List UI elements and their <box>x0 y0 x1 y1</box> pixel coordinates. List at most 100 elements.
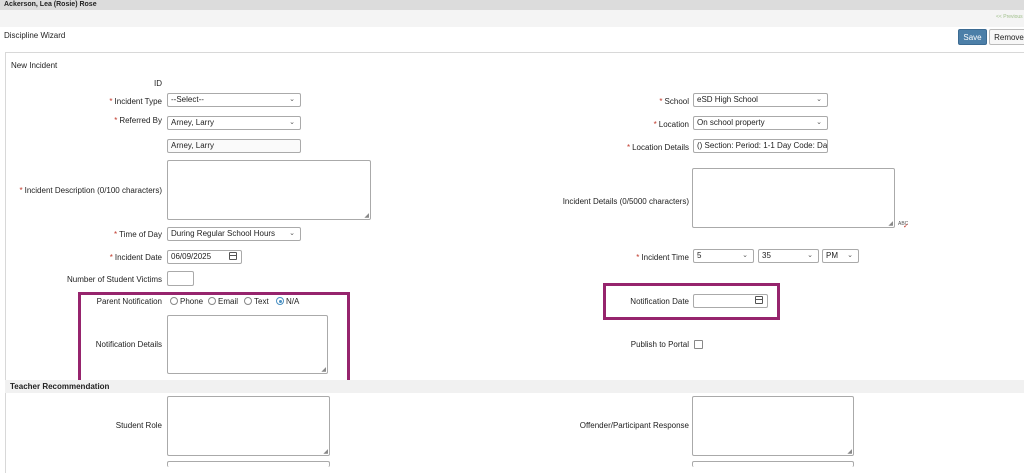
incident-description-label-text: Incident Description (0/100 characters) <box>24 186 162 195</box>
chevron-down-icon: ⌄ <box>807 252 813 259</box>
location-details-label-text: Location Details <box>632 143 689 152</box>
chevron-down-icon: ⌄ <box>816 96 822 103</box>
required-marker: * <box>114 230 118 239</box>
incident-type-label-text: Incident Type <box>114 97 162 106</box>
incident-ampm-select[interactable]: PM ⌄ <box>822 249 859 263</box>
radio-na[interactable] <box>276 297 284 305</box>
incident-time-label: * Incident Time <box>636 253 689 262</box>
radio-option-text[interactable]: Text <box>244 297 269 306</box>
teacher-recommendation-band <box>5 380 1024 393</box>
publish-to-portal-checkbox[interactable] <box>694 340 703 349</box>
incident-details-label: Incident Details (0/5000 characters) <box>562 197 689 206</box>
section-title-new-incident: New Incident <box>11 61 58 70</box>
time-of-day-label: * Time of Day <box>114 230 162 239</box>
notification-details-label: Notification Details <box>95 340 162 349</box>
location-label: * Location <box>654 120 689 129</box>
radio-email[interactable] <box>208 297 216 305</box>
radio-option-phone[interactable]: Phone <box>170 297 203 306</box>
incident-date-label-text: Incident Date <box>114 253 162 262</box>
required-marker: * <box>659 97 663 106</box>
calendar-icon[interactable] <box>755 296 763 304</box>
time-of-day-select[interactable]: During Regular School Hours ⌄ <box>167 227 301 241</box>
location-details-label: * Location Details <box>627 143 689 152</box>
remove-button[interactable]: Remove <box>989 29 1024 45</box>
school-select[interactable]: eSD High School ⌄ <box>693 93 828 107</box>
incident-hour-value: 5 <box>697 251 702 260</box>
incident-type-value: --Select-- <box>171 95 204 104</box>
location-value: On school property <box>697 118 765 127</box>
next-field-partial[interactable] <box>167 461 330 467</box>
required-marker: * <box>653 120 657 129</box>
notification-details-textarea[interactable]: ◢ <box>167 315 328 374</box>
incident-type-select[interactable]: --Select-- ⌄ <box>167 93 301 107</box>
chevron-down-icon: ⌄ <box>847 252 853 259</box>
section-title-teacher-recommendation: Teacher Recommendation <box>10 382 110 391</box>
student-victims-input[interactable] <box>167 271 194 286</box>
offender-response-textarea[interactable]: ◢ <box>692 396 854 456</box>
chevron-down-icon: ⌄ <box>289 230 295 237</box>
incident-ampm-value: PM <box>826 251 838 260</box>
time-of-day-label-text: Time of Day <box>119 230 162 239</box>
incident-minute-select[interactable]: 35 ⌄ <box>758 249 819 263</box>
radio-phone-label: Phone <box>180 297 204 306</box>
publish-to-portal-label: Publish to Portal <box>630 340 689 349</box>
radio-option-na[interactable]: N/A <box>276 297 299 306</box>
resize-grip-icon[interactable]: ◢ <box>321 367 326 373</box>
parent-notification-label: Parent Notification <box>96 297 162 306</box>
incident-hour-select[interactable]: 5 ⌄ <box>693 249 754 263</box>
incident-description-textarea[interactable]: ◢ <box>167 160 371 220</box>
incident-date-input[interactable]: 06/09/2025 <box>167 250 242 264</box>
incident-description-label: * Incident Description (0/100 characters) <box>19 186 162 195</box>
id-label: ID <box>154 79 162 88</box>
resize-grip-icon[interactable]: ◢ <box>847 449 852 455</box>
radio-text[interactable] <box>244 297 252 305</box>
referred-by-label-text: Referred By <box>119 116 162 125</box>
required-marker: * <box>636 253 640 262</box>
school-label: * School <box>659 97 689 106</box>
save-button[interactable]: Save <box>958 29 987 45</box>
referred-by-value: Arney, Larry <box>171 118 214 127</box>
location-label-text: Location <box>658 120 689 129</box>
incident-type-label: * Incident Type <box>109 97 162 106</box>
time-of-day-value: During Regular School Hours <box>171 229 276 238</box>
radio-text-label: Text <box>254 297 269 306</box>
incident-date-value: 06/09/2025 <box>171 252 212 261</box>
required-marker: * <box>626 143 631 152</box>
school-value: eSD High School <box>697 95 758 104</box>
resize-grip-icon[interactable]: ◢ <box>888 221 893 227</box>
incident-minute-value: 35 <box>762 251 771 260</box>
school-label-text: School <box>664 97 689 106</box>
incident-date-label: * Incident Date <box>110 253 162 262</box>
previous-link[interactable]: << Previous <box>996 14 1023 20</box>
location-details-input[interactable]: () Section: Period: 1-1 Day Code: Da <box>693 139 828 153</box>
radio-email-label: Email <box>218 297 239 306</box>
notification-date-input[interactable] <box>693 294 768 308</box>
required-marker: * <box>109 97 113 106</box>
chevron-down-icon: ⌄ <box>289 96 295 103</box>
radio-option-email[interactable]: Email <box>208 297 238 306</box>
student-role-label: Student Role <box>115 421 162 430</box>
spellcheck-mark-icon: ✓ <box>903 223 909 230</box>
referred-by-select[interactable]: Arney, Larry ⌄ <box>167 116 301 130</box>
chevron-down-icon: ⌄ <box>816 119 822 126</box>
location-select[interactable]: On school property ⌄ <box>693 116 828 130</box>
referred-by-label: * Referred By <box>114 116 162 125</box>
next-field-partial-right[interactable] <box>692 461 854 467</box>
header-strip <box>0 10 1024 27</box>
resize-grip-icon[interactable]: ◢ <box>323 449 328 455</box>
offender-response-label: Offender/Participant Response <box>579 421 689 430</box>
calendar-icon[interactable] <box>229 252 237 260</box>
required-marker: * <box>109 253 113 262</box>
resize-grip-icon[interactable]: ◢ <box>364 213 369 219</box>
referred-by-display-field: Arney, Larry <box>167 139 301 153</box>
required-marker: * <box>19 186 23 195</box>
radio-na-label: N/A <box>286 297 300 306</box>
radio-phone[interactable] <box>170 297 178 305</box>
incident-time-label-text: Incident Time <box>641 253 689 262</box>
incident-details-textarea[interactable]: ◢ <box>692 168 895 228</box>
student-victims-label: Number of Student Victims <box>66 275 162 284</box>
wizard-title: Discipline Wizard <box>4 31 66 40</box>
notification-date-label: Notification Date <box>630 297 689 306</box>
student-name: Ackerson, Lea (Rosie) Rose <box>4 1 97 8</box>
student-role-textarea[interactable]: ◢ <box>167 396 330 456</box>
